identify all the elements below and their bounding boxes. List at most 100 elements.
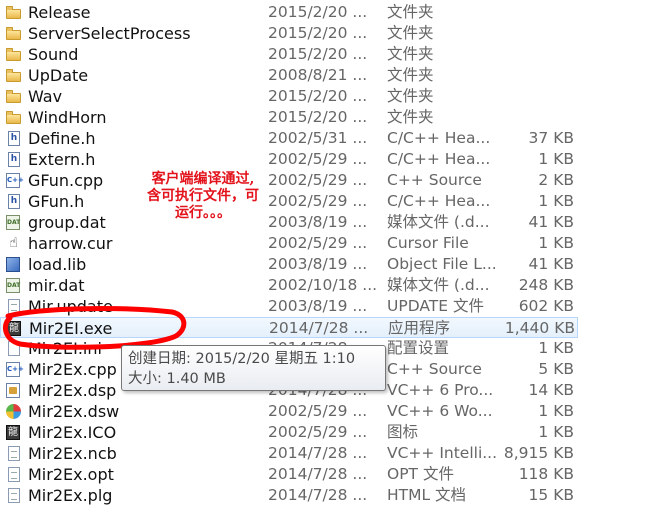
file-type: 文件夹 — [387, 87, 434, 105]
file-size: 1,440 KB — [504, 319, 575, 337]
file-row[interactable]: ☝ harrow.cur 2002/5/29 ... Cursor File 1 KB — [0, 233, 646, 254]
file-icon-cell — [6, 2, 24, 23]
file-size: 248 KB — [518, 276, 574, 294]
file-size: 14 KB — [528, 381, 574, 399]
file-date: 2014/7/28 ... — [268, 486, 368, 504]
file-row[interactable]: Mir2Ex.opt 2014/7/28 ... OPT 文件 118 KB — [0, 464, 646, 485]
file-name: Wav — [28, 87, 63, 106]
annotation-text: 客户端编译通过, 含可执行文件，可 运行。。。 — [128, 171, 278, 222]
ini-file-icon — [8, 341, 20, 356]
file-size: 118 KB — [518, 465, 574, 483]
dsp-file-icon — [6, 383, 20, 398]
tooltip-created-date: 创建日期: 2015/2/20 星期五 1:10 — [128, 351, 356, 367]
file-icon-cell: ☝ — [6, 233, 24, 254]
file-row[interactable]: Mir2Ex.dsw 2002/5/29 ... VC++ 6 Wo... 1 KB — [0, 401, 646, 422]
file-type: C++ Source — [387, 360, 482, 378]
file-row[interactable]: h GFun.h 2002/5/29 ... C/C++ Hea... 1 KB — [0, 191, 646, 212]
folder-icon — [6, 5, 21, 20]
file-row[interactable]: DAT mir.dat 2002/10/18 ... 媒体文件 (.d... 248 K… — [0, 275, 646, 296]
file-icon-cell: h — [6, 128, 24, 149]
lib-file-icon — [6, 257, 20, 272]
file-type: 图标 — [387, 423, 419, 441]
file-icon-cell — [6, 23, 24, 44]
file-size: 15 KB — [528, 486, 574, 504]
folder-icon — [6, 26, 21, 41]
file-date: 2002/5/29 ... — [268, 423, 368, 441]
file-type: C++ Source — [387, 171, 482, 189]
folder-icon — [6, 89, 21, 104]
file-row[interactable]: C++ GFun.cpp 2002/5/29 ... C++ Source 2 KB — [0, 170, 646, 191]
file-type: 配置设置 — [387, 339, 450, 357]
file-date: 2003/8/19 ... — [268, 213, 368, 231]
file-size: 1 KB — [538, 234, 574, 252]
folder-icon — [6, 110, 21, 125]
file-row[interactable]: Mir2Ex.ncb 2014/7/28 ... VC++ Intelli... 8,… — [0, 443, 646, 464]
file-list: Release 2015/2/20 ... 文件夹 ServerSelectProce… — [0, 2, 646, 506]
file-row[interactable]: h Define.h 2002/5/31 ... C/C++ Hea... 37 KB — [0, 128, 646, 149]
file-size: 1 KB — [538, 423, 574, 441]
file-size: 1 KB — [538, 192, 574, 210]
file-type: Object File L... — [387, 255, 497, 273]
file-icon-cell: h — [6, 191, 24, 212]
file-row[interactable]: DAT group.dat 2003/8/19 ... 媒体文件 (.d... 41 K… — [0, 212, 646, 233]
file-row[interactable]: Mir.update 2003/8/19 ... UPDATE 文件 602 KB — [0, 296, 646, 317]
file-size: 1 KB — [538, 150, 574, 168]
file-row[interactable]: 龍 Mir2EI.exe 2014/7/28 ... 应用程序 1,440 KB — [0, 317, 578, 338]
file-date: 2015/2/20 ... — [268, 87, 368, 105]
file-row[interactable]: Mir2Ex.plg 2014/7/28 ... HTML 文档 15 KB — [0, 485, 646, 506]
annotation-line-2: 含可执行文件，可 — [147, 188, 259, 204]
file-type: 文件夹 — [387, 3, 434, 21]
file-icon-cell: DAT — [6, 212, 24, 233]
document-icon — [8, 299, 20, 314]
file-date: 2015/2/20 ... — [268, 24, 368, 42]
file-row[interactable]: ServerSelectProcess 2015/2/20 ... 文件夹 — [0, 23, 646, 44]
file-row[interactable]: 龍 Mir2Ex.ICO 2002/5/29 ... 图标 1 KB — [0, 422, 646, 443]
file-type: VC++ Intelli... — [387, 444, 497, 462]
file-row[interactable]: h Extern.h 2002/5/29 ... C/C++ Hea... 1 KB — [0, 149, 646, 170]
dat-file-icon: DAT — [6, 215, 20, 230]
file-name: UpDate — [28, 66, 89, 85]
cpp-file-icon: C++ — [6, 173, 24, 188]
file-type: UPDATE 文件 — [387, 297, 484, 315]
h-file-icon: h — [8, 152, 20, 167]
file-icon-cell — [6, 107, 24, 128]
file-info-tooltip: 创建日期: 2015/2/20 星期五 1:10 大小: 1.40 MB — [121, 345, 386, 391]
file-row[interactable]: load.lib 2003/8/19 ... Object File L... 41 … — [0, 254, 646, 275]
file-date: 2015/2/20 ... — [268, 45, 368, 63]
file-date: 2015/2/20 ... — [268, 108, 368, 126]
file-row[interactable]: UpDate 2008/8/21 ... 文件夹 — [0, 65, 646, 86]
file-date: 2002/5/31 ... — [268, 129, 368, 147]
file-type: 媒体文件 (.d... — [387, 276, 490, 294]
file-name: Mir2EI.exe — [29, 319, 113, 338]
file-name: harrow.cur — [28, 234, 113, 253]
file-type: 应用程序 — [388, 319, 451, 337]
file-name: Mir2Ex.ICO — [28, 423, 117, 442]
folder-icon — [6, 68, 21, 83]
file-name: Sound — [28, 45, 79, 64]
file-row[interactable]: Sound 2015/2/20 ... 文件夹 — [0, 44, 646, 65]
file-icon-cell — [6, 443, 24, 464]
file-row[interactable]: WindHorn 2015/2/20 ... 文件夹 — [0, 107, 646, 128]
file-size: 41 KB — [528, 255, 574, 273]
file-type: VC++ 6 Pro... — [387, 381, 494, 399]
file-type: 媒体文件 (.d... — [387, 213, 490, 231]
file-type: 文件夹 — [387, 24, 434, 42]
file-size: 1 KB — [538, 402, 574, 420]
file-row[interactable]: Release 2015/2/20 ... 文件夹 — [0, 2, 646, 23]
file-icon-cell: 龍 — [6, 422, 24, 443]
file-icon-cell — [6, 485, 24, 506]
file-name: mir.dat — [28, 276, 85, 295]
cpp-file-icon: C++ — [6, 362, 24, 377]
file-name: Release — [28, 3, 91, 22]
folder-icon — [6, 47, 21, 62]
document-icon — [8, 488, 20, 503]
file-type: OPT 文件 — [387, 465, 454, 483]
file-type: C/C++ Hea... — [387, 150, 491, 168]
file-icon-cell: 龍 — [7, 318, 25, 339]
file-icon-cell — [6, 380, 24, 401]
file-row[interactable]: Wav 2015/2/20 ... 文件夹 — [0, 86, 646, 107]
file-size: 602 KB — [518, 297, 574, 315]
document-icon — [8, 467, 20, 482]
file-icon-cell — [6, 86, 24, 107]
document-icon — [8, 446, 20, 461]
